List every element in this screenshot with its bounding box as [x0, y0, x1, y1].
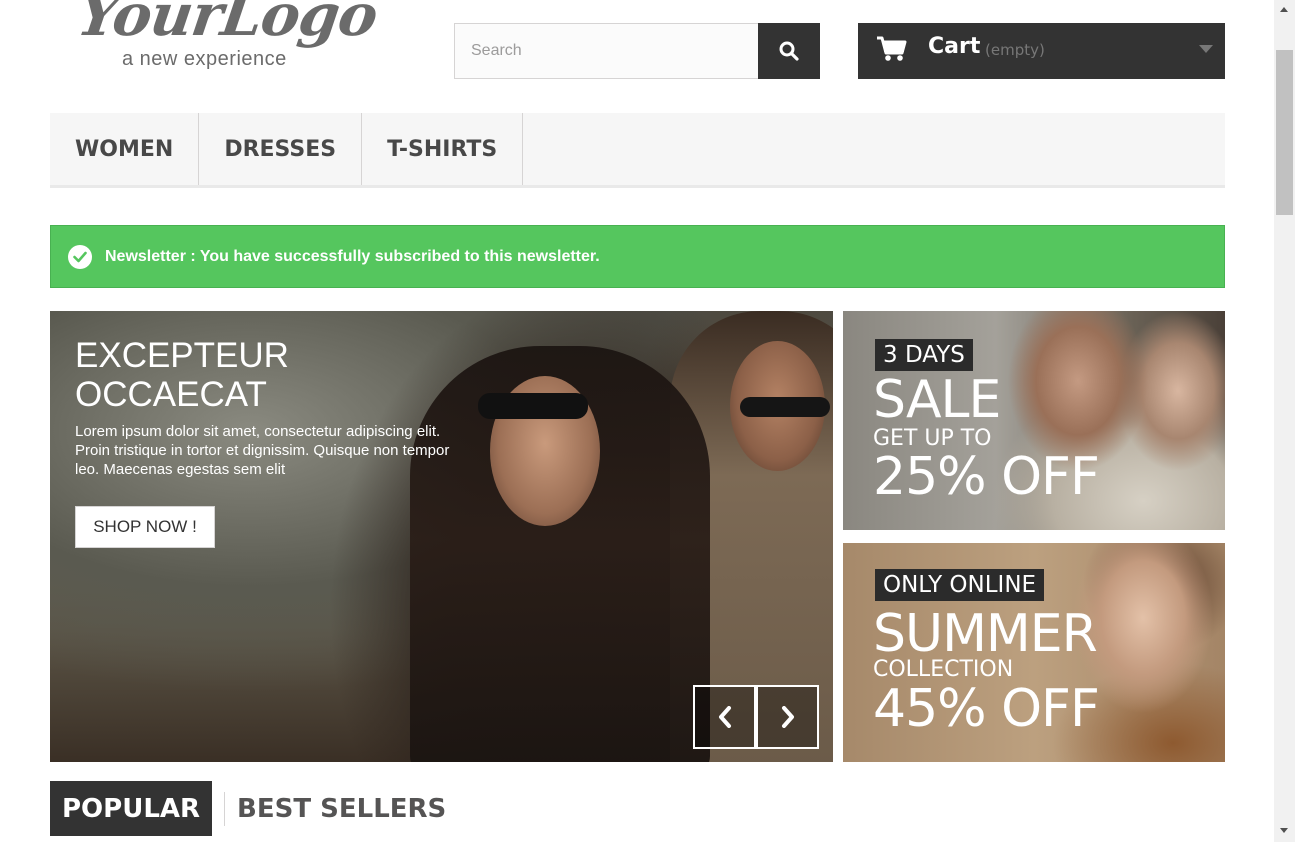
promo-banner-sale[interactable]: 3 DAYS SALE GET UP TO 25% OFF [843, 311, 1225, 530]
check-circle-icon [68, 244, 92, 269]
promo-offer: 25% OFF [873, 447, 1100, 507]
menu-item-t-shirts[interactable]: T-SHIRTS [362, 113, 524, 185]
scroll-up-arrow-icon[interactable] [1280, 7, 1288, 12]
logo-wordmark: YourLogo [73, 0, 382, 49]
slide-title: EXCEPTEUR OCCAECAT [75, 336, 289, 414]
slide-description: Lorem ipsum dolor sit amet, consectetur … [75, 423, 450, 478]
product-tabs: POPULAR BEST SELLERS [50, 781, 446, 836]
search-icon [779, 41, 799, 61]
chevron-right-icon [781, 706, 794, 728]
tab-divider [224, 791, 226, 826]
main-menu: WOMEN DRESSES T-SHIRTS [50, 113, 1225, 188]
newsletter-success-alert: Newsletter : You have successfully subsc… [50, 225, 1225, 288]
page-scrollbar[interactable] [1274, 0, 1295, 842]
promo-offer: 45% OFF [873, 679, 1100, 739]
promo-headline: SALE [873, 370, 1001, 430]
promo-tag: ONLY ONLINE [875, 569, 1045, 601]
search-input[interactable] [454, 23, 758, 79]
chevron-left-icon [718, 706, 731, 728]
logo-tagline: a new experience [122, 48, 287, 70]
cart-icon [877, 36, 907, 61]
shop-now-button[interactable]: SHOP NOW ! [75, 506, 215, 548]
menu-item-dresses[interactable]: DRESSES [199, 113, 363, 185]
slider-next-button[interactable] [756, 685, 819, 749]
tab-popular[interactable]: POPULAR [50, 781, 213, 836]
promo-banner-summer[interactable]: ONLY ONLINE SUMMER COLLECTION 45% OFF [843, 543, 1225, 762]
site-logo[interactable]: YourLogo a new experience [73, 0, 381, 80]
homepage-slider[interactable]: EXCEPTEUR OCCAECAT Lorem ipsum dolor sit… [50, 311, 833, 762]
cart-label: Cart [928, 34, 981, 59]
slide-image-sunglasses [740, 397, 830, 417]
promo-subline: COLLECTION [873, 657, 1014, 682]
slider-prev-button[interactable] [693, 685, 756, 749]
slide-image-sunglasses [478, 393, 588, 419]
tab-best-sellers[interactable]: BEST SELLERS [237, 794, 446, 824]
chevron-down-icon [1199, 45, 1213, 53]
scrollbar-thumb[interactable] [1276, 50, 1293, 215]
alert-message: Newsletter : You have successfully subsc… [105, 247, 600, 265]
scroll-down-arrow-icon[interactable] [1280, 828, 1288, 833]
promo-headline: SUMMER [873, 604, 1098, 664]
search-button[interactable] [758, 23, 820, 79]
promo-tag: 3 DAYS [875, 339, 973, 371]
cart-status: (empty) [985, 41, 1045, 59]
menu-item-women[interactable]: WOMEN [50, 113, 200, 185]
search-form [454, 23, 820, 79]
cart-button[interactable]: Cart (empty) [858, 23, 1225, 79]
slide-title-line-1: EXCEPTEUR [75, 336, 289, 375]
slide-title-line-2: OCCAECAT [75, 375, 267, 414]
